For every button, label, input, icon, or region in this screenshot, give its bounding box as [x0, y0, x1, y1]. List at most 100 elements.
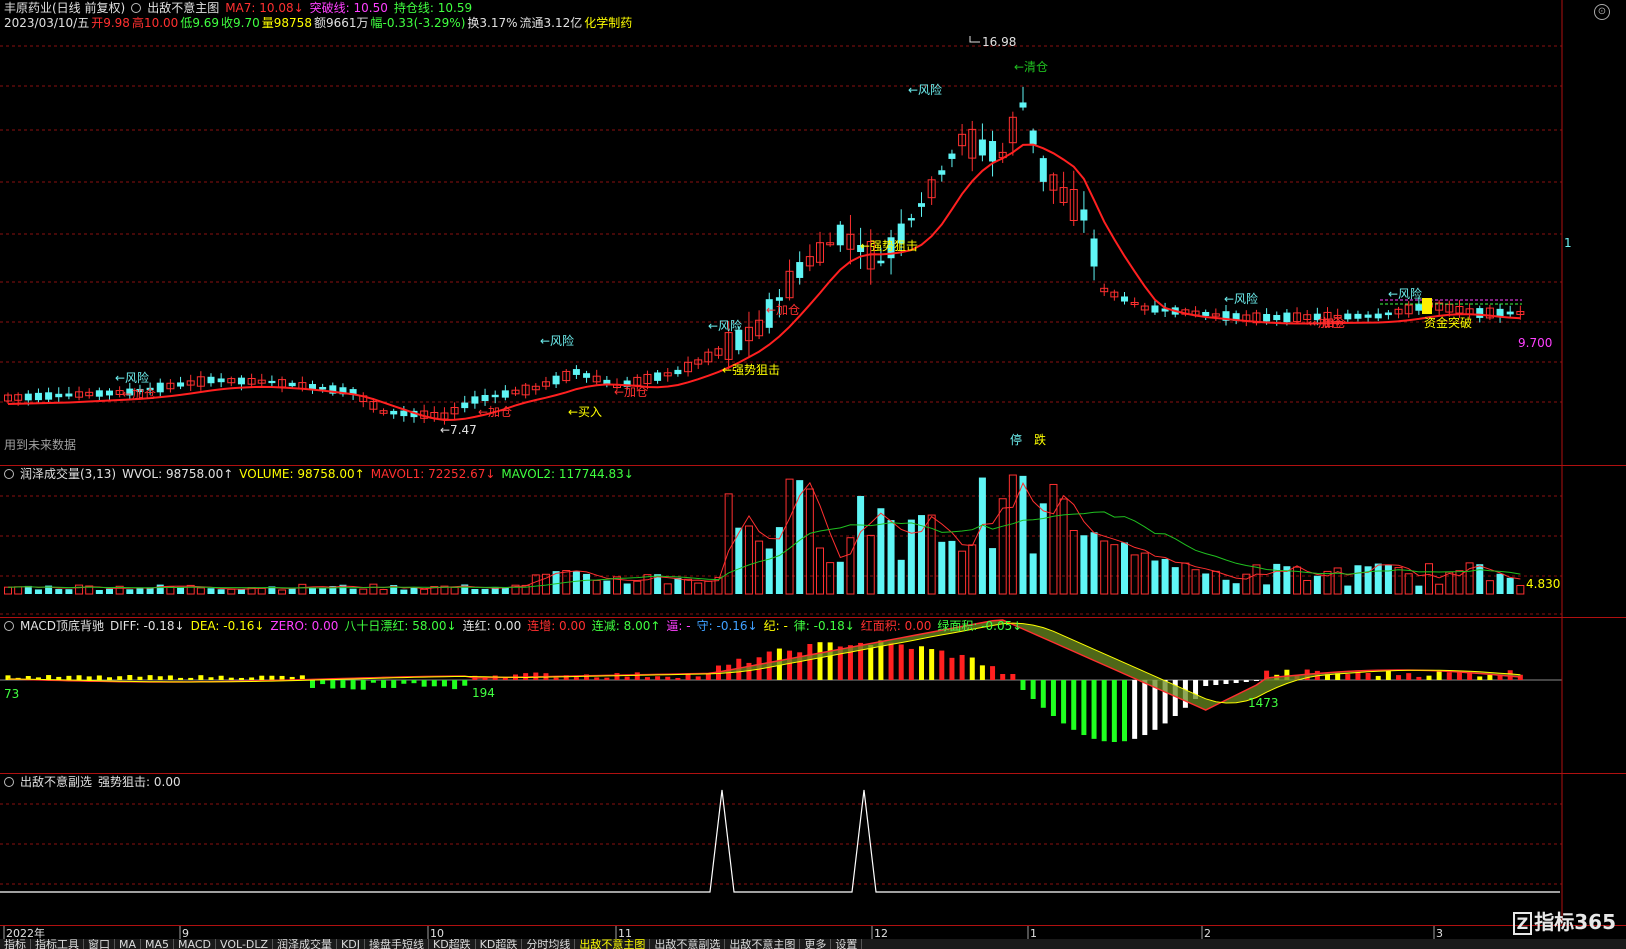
macd-value-label: 194 — [472, 686, 495, 700]
volume-panel[interactable]: 4.830 润泽成交量(3,13) WVOL: 98758.00↑ VOLUME: … — [0, 466, 1626, 618]
tab-item[interactable]: 窗口 — [84, 939, 115, 949]
macd-hongmianji: 红面积: 0.00 — [860, 619, 932, 633]
macd-histogram-bar — [644, 677, 650, 680]
volume-bar-up — [359, 588, 368, 595]
volume-bar-down — [1161, 558, 1169, 594]
candle-body-down — [1273, 314, 1281, 321]
macd-histogram-bar — [553, 677, 559, 680]
volume-bar-down — [857, 495, 865, 594]
candle-body-down — [796, 262, 804, 278]
sub-indicator-chart[interactable] — [0, 774, 1626, 926]
macd-histogram-bar — [218, 675, 224, 680]
volume-bar-up — [927, 514, 936, 595]
macd-lianzeng: 连增: 0.00 — [527, 619, 586, 633]
volume-bar-down — [1029, 553, 1037, 594]
volume-bar-up — [1252, 564, 1261, 595]
candle-body-down — [1476, 308, 1484, 318]
tab-item[interactable]: 指标工具 — [31, 939, 84, 949]
volume-bar-down — [1263, 584, 1271, 594]
volume-bar-up — [846, 537, 855, 595]
volume-bar-up — [1130, 554, 1139, 595]
volume-bar-up — [633, 580, 642, 595]
macd-histogram-bar — [502, 677, 508, 680]
macd-histogram-bar — [441, 680, 447, 687]
vol-right-label: 4.830 — [1526, 577, 1560, 591]
strong-snipe-line — [0, 789, 1560, 893]
volume-bar-up — [1303, 579, 1312, 595]
signal-label: ←加仓 — [614, 385, 648, 399]
tab-item[interactable]: 出敌不意主图 — [575, 939, 651, 949]
volume-bar-up — [1435, 583, 1444, 595]
volume-bar-up — [684, 578, 693, 595]
signal-label: ←风险 — [115, 370, 149, 385]
macd-histogram-bar — [86, 676, 92, 680]
macd-histogram-bar — [827, 642, 833, 680]
volume-bar-up — [826, 562, 835, 595]
volume-bar-down — [897, 559, 905, 594]
macd-chart[interactable]: 73 194 1473 — [0, 618, 1626, 774]
tab-item[interactable]: 出敌不意主图 — [725, 939, 801, 949]
tab-item[interactable]: KDJ — [337, 939, 365, 949]
macd-histogram-bar — [350, 680, 356, 690]
macd-title[interactable]: MACD顶底背驰 — [20, 619, 104, 633]
macd-value-label: 73 — [4, 687, 19, 701]
volume-bar-down — [136, 588, 144, 594]
tab-item[interactable]: 指标 — [0, 939, 31, 949]
candlestick-chart[interactable]: ←风险 ←加仓 ←加仓 ←风险 ←买入 ←加仓 ←风险 ←强势狙击 ←加仓 ←强势狙击 ←风险 ←清仓… — [0, 0, 1626, 466]
tab-item[interactable]: KD超跌 — [476, 939, 523, 949]
tab-item[interactable]: KD超跌 — [429, 939, 476, 949]
signal-label: ←加仓 — [122, 387, 156, 401]
tab-item[interactable]: MACD — [174, 939, 217, 949]
volume-bar-down — [481, 588, 489, 594]
vol-settings-dot-icon[interactable] — [4, 469, 14, 479]
macd-histogram-bar — [228, 677, 234, 680]
macd-histogram-bar — [1081, 680, 1087, 736]
volume-bar-down — [1090, 532, 1098, 594]
volume-bar-up — [724, 493, 733, 595]
tab-item[interactable]: VOL-DLZ — [216, 939, 274, 949]
macd-histogram-bar — [238, 677, 244, 680]
tab-item[interactable]: 出敌不意副选 — [650, 939, 726, 949]
volume-bar-up — [1516, 584, 1525, 595]
indicator-tabs-bar[interactable]: 指标 指标工具 窗口 MA MA5 MACD VOL-DLZ 润泽成交量 KDJ 操盘手短线 KD超… — [0, 939, 1626, 949]
volume-bar-up — [278, 589, 287, 595]
macd-histogram-bar — [1020, 680, 1026, 690]
volume-chart[interactable]: 4.830 — [0, 466, 1626, 618]
min-price-label: ←7.47 — [440, 423, 477, 437]
tab-item[interactable]: MA — [115, 939, 142, 949]
vol-title[interactable]: 润泽成交量(3,13) — [20, 467, 116, 481]
main-chart-panel[interactable]: 丰原药业(日线 前复权) 出敌不意主图 MA7: 10.08↓ 突破线: 10.50 持… — [0, 0, 1626, 466]
sub-title[interactable]: 出敌不意副选 — [20, 775, 92, 789]
signal-label: ←风险 — [1224, 291, 1258, 306]
macd-histogram-bar — [381, 680, 387, 688]
volume-bar-down — [65, 589, 73, 594]
volume-bar-down — [1344, 585, 1352, 594]
right-edge-label: 1 — [1564, 236, 1572, 250]
volume-bar-down — [410, 587, 418, 594]
axis-label: 3 — [1436, 927, 1443, 939]
future-data-note: 用到未来数据 — [4, 438, 77, 452]
tab-item[interactable]: 润泽成交量 — [273, 939, 338, 949]
sub-indicator-panel[interactable]: 出敌不意副选 强势狙击: 0.00 — [0, 774, 1626, 926]
volume-bar-down — [583, 573, 591, 594]
tab-item[interactable]: 更多 — [800, 939, 832, 949]
sub-settings-dot-icon[interactable] — [4, 777, 14, 787]
macd-histogram-bar — [1010, 674, 1016, 680]
macd-histogram-bar — [990, 666, 996, 680]
tab-item[interactable]: 分时均线 — [522, 939, 576, 949]
volume-bar-down — [765, 548, 773, 594]
candle-body-down — [1090, 238, 1098, 267]
macd-eighty: 八十日漂红: 58.00↓ — [344, 619, 457, 633]
tab-item[interactable]: MA5 — [141, 939, 175, 949]
macd-histogram-bar — [624, 676, 630, 680]
macd-histogram-bar — [1365, 672, 1371, 680]
tab-item[interactable]: 操盘手短线 — [365, 939, 429, 949]
volume-bar-up — [227, 588, 236, 595]
macd-settings-dot-icon[interactable] — [4, 621, 14, 631]
candle-body-down — [654, 372, 662, 381]
macd-panel[interactable]: 73 194 1473 MACD顶底背驰 DIFF: -0.18↓ DEA: -0.16… — [0, 618, 1626, 774]
tab-item[interactable]: 设置 — [831, 939, 863, 949]
axis-label: 12 — [874, 927, 888, 939]
signal-label: 资金突破 — [1424, 315, 1472, 330]
macd-histogram-bar — [167, 675, 173, 680]
